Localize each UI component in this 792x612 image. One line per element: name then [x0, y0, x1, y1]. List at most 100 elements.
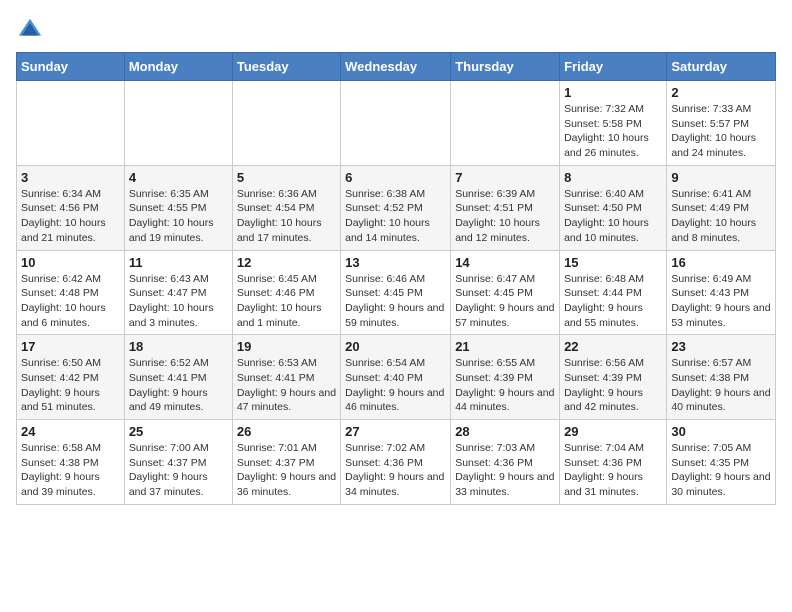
calendar-cell: [341, 81, 451, 166]
calendar-cell: 13 Sunrise: 6:46 AM Sunset: 4:45 PM Dayli…: [341, 250, 451, 335]
day-info: Sunrise: 6:38 AM Sunset: 4:52 PM Dayligh…: [345, 187, 446, 246]
day-number: 19: [237, 339, 336, 354]
day-info: Sunrise: 6:48 AM Sunset: 4:44 PM Dayligh…: [564, 272, 662, 331]
day-info: Sunrise: 6:56 AM Sunset: 4:39 PM Dayligh…: [564, 356, 662, 415]
calendar-cell: 7 Sunrise: 6:39 AM Sunset: 4:51 PM Daylig…: [451, 165, 560, 250]
day-number: 25: [129, 424, 228, 439]
calendar-week-2: 3 Sunrise: 6:34 AM Sunset: 4:56 PM Daylig…: [17, 165, 776, 250]
calendar-cell: 1 Sunrise: 7:32 AM Sunset: 5:58 PM Daylig…: [560, 81, 667, 166]
calendar-cell: 19Sunrise: 6:53 AM Sunset: 4:41 PM Dayli…: [232, 335, 340, 420]
day-number: 20: [345, 339, 446, 354]
calendar-cell: 22Sunrise: 6:56 AM Sunset: 4:39 PM Dayli…: [560, 335, 667, 420]
day-info: Sunrise: 6:39 AM Sunset: 4:51 PM Dayligh…: [455, 187, 555, 246]
header-wednesday: Wednesday: [341, 53, 451, 81]
day-number: 27: [345, 424, 446, 439]
header-tuesday: Tuesday: [232, 53, 340, 81]
calendar-cell: 21 Sunrise: 6:55 AM Sunset: 4:39 PM Dayli…: [451, 335, 560, 420]
day-info: Sunrise: 6:57 AM Sunset: 4:38 PM Dayligh…: [671, 356, 771, 415]
header-saturday: Saturday: [667, 53, 776, 81]
day-info: Sunrise: 7:02 AM Sunset: 4:36 PM Dayligh…: [345, 441, 446, 500]
day-number: 17: [21, 339, 120, 354]
calendar-cell: 30 Sunrise: 7:05 AM Sunset: 4:35 PM Dayli…: [667, 420, 776, 505]
day-info: Sunrise: 7:00 AM Sunset: 4:37 PM Dayligh…: [129, 441, 228, 500]
calendar-cell: 14 Sunrise: 6:47 AM Sunset: 4:45 PM Dayli…: [451, 250, 560, 335]
calendar-week-1: 1 Sunrise: 7:32 AM Sunset: 5:58 PM Daylig…: [17, 81, 776, 166]
calendar-cell: 24 Sunrise: 6:58 AM Sunset: 4:38 PM Dayli…: [17, 420, 125, 505]
day-info: Sunrise: 6:58 AM Sunset: 4:38 PM Dayligh…: [21, 441, 120, 500]
day-info: Sunrise: 6:42 AM Sunset: 4:48 PM Dayligh…: [21, 272, 120, 331]
calendar-header-row: SundayMondayTuesdayWednesdayThursdayFrid…: [17, 53, 776, 81]
day-number: 26: [237, 424, 336, 439]
calendar-cell: 12 Sunrise: 6:45 AM Sunset: 4:46 PM Dayli…: [232, 250, 340, 335]
calendar-cell: 28 Sunrise: 7:03 AM Sunset: 4:36 PM Dayli…: [451, 420, 560, 505]
calendar-cell: 5Sunrise: 6:36 AM Sunset: 4:54 PM Daylig…: [232, 165, 340, 250]
day-number: 11: [129, 255, 228, 270]
header: [16, 16, 776, 44]
day-info: Sunrise: 6:41 AM Sunset: 4:49 PM Dayligh…: [671, 187, 771, 246]
calendar-cell: 23Sunrise: 6:57 AM Sunset: 4:38 PM Dayli…: [667, 335, 776, 420]
day-info: Sunrise: 6:50 AM Sunset: 4:42 PM Dayligh…: [21, 356, 120, 415]
calendar-cell: 16 Sunrise: 6:49 AM Sunset: 4:43 PM Dayli…: [667, 250, 776, 335]
calendar-cell: 25 Sunrise: 7:00 AM Sunset: 4:37 PM Dayli…: [124, 420, 232, 505]
calendar-cell: 10 Sunrise: 6:42 AM Sunset: 4:48 PM Dayli…: [17, 250, 125, 335]
day-number: 3: [21, 170, 120, 185]
day-info: Sunrise: 6:52 AM Sunset: 4:41 PM Dayligh…: [129, 356, 228, 415]
day-number: 7: [455, 170, 555, 185]
day-number: 24: [21, 424, 120, 439]
day-info: Sunrise: 6:47 AM Sunset: 4:45 PM Dayligh…: [455, 272, 555, 331]
calendar-cell: 6 Sunrise: 6:38 AM Sunset: 4:52 PM Daylig…: [341, 165, 451, 250]
calendar-week-5: 24 Sunrise: 6:58 AM Sunset: 4:38 PM Dayli…: [17, 420, 776, 505]
day-info: Sunrise: 6:55 AM Sunset: 4:39 PM Dayligh…: [455, 356, 555, 415]
day-info: Sunrise: 6:49 AM Sunset: 4:43 PM Dayligh…: [671, 272, 771, 331]
day-info: Sunrise: 6:34 AM Sunset: 4:56 PM Dayligh…: [21, 187, 120, 246]
calendar-cell: 3 Sunrise: 6:34 AM Sunset: 4:56 PM Daylig…: [17, 165, 125, 250]
calendar-week-4: 17 Sunrise: 6:50 AM Sunset: 4:42 PM Dayli…: [17, 335, 776, 420]
calendar-cell: 27 Sunrise: 7:02 AM Sunset: 4:36 PM Dayli…: [341, 420, 451, 505]
header-monday: Monday: [124, 53, 232, 81]
day-info: Sunrise: 6:35 AM Sunset: 4:55 PM Dayligh…: [129, 187, 228, 246]
header-sunday: Sunday: [17, 53, 125, 81]
day-info: Sunrise: 7:33 AM Sunset: 5:57 PM Dayligh…: [671, 102, 771, 161]
calendar-week-3: 10 Sunrise: 6:42 AM Sunset: 4:48 PM Dayli…: [17, 250, 776, 335]
day-info: Sunrise: 7:03 AM Sunset: 4:36 PM Dayligh…: [455, 441, 555, 500]
day-info: Sunrise: 7:04 AM Sunset: 4:36 PM Dayligh…: [564, 441, 662, 500]
calendar-cell: [451, 81, 560, 166]
calendar-cell: 15 Sunrise: 6:48 AM Sunset: 4:44 PM Dayli…: [560, 250, 667, 335]
day-number: 18: [129, 339, 228, 354]
day-number: 12: [237, 255, 336, 270]
logo-icon: [16, 16, 44, 44]
day-info: Sunrise: 6:46 AM Sunset: 4:45 PM Dayligh…: [345, 272, 446, 331]
day-number: 6: [345, 170, 446, 185]
logo: [16, 16, 48, 44]
calendar-cell: 8 Sunrise: 6:40 AM Sunset: 4:50 PM Daylig…: [560, 165, 667, 250]
day-number: 30: [671, 424, 771, 439]
day-info: Sunrise: 6:54 AM Sunset: 4:40 PM Dayligh…: [345, 356, 446, 415]
day-number: 1: [564, 85, 662, 100]
day-number: 5: [237, 170, 336, 185]
calendar-cell: 4 Sunrise: 6:35 AM Sunset: 4:55 PM Daylig…: [124, 165, 232, 250]
day-number: 13: [345, 255, 446, 270]
header-friday: Friday: [560, 53, 667, 81]
day-number: 16: [671, 255, 771, 270]
calendar-cell: 2Sunrise: 7:33 AM Sunset: 5:57 PM Daylig…: [667, 81, 776, 166]
calendar-cell: 26Sunrise: 7:01 AM Sunset: 4:37 PM Dayli…: [232, 420, 340, 505]
day-number: 8: [564, 170, 662, 185]
day-number: 4: [129, 170, 228, 185]
calendar-cell: 29Sunrise: 7:04 AM Sunset: 4:36 PM Dayli…: [560, 420, 667, 505]
day-info: Sunrise: 6:45 AM Sunset: 4:46 PM Dayligh…: [237, 272, 336, 331]
day-number: 15: [564, 255, 662, 270]
calendar-cell: [17, 81, 125, 166]
calendar-cell: 20 Sunrise: 6:54 AM Sunset: 4:40 PM Dayli…: [341, 335, 451, 420]
header-thursday: Thursday: [451, 53, 560, 81]
calendar-table: SundayMondayTuesdayWednesdayThursdayFrid…: [16, 52, 776, 505]
calendar-cell: 17 Sunrise: 6:50 AM Sunset: 4:42 PM Dayli…: [17, 335, 125, 420]
day-number: 14: [455, 255, 555, 270]
calendar-cell: [124, 81, 232, 166]
day-number: 28: [455, 424, 555, 439]
day-info: Sunrise: 7:32 AM Sunset: 5:58 PM Dayligh…: [564, 102, 662, 161]
day-number: 10: [21, 255, 120, 270]
day-info: Sunrise: 7:05 AM Sunset: 4:35 PM Dayligh…: [671, 441, 771, 500]
day-number: 21: [455, 339, 555, 354]
day-info: Sunrise: 6:40 AM Sunset: 4:50 PM Dayligh…: [564, 187, 662, 246]
calendar-cell: [232, 81, 340, 166]
